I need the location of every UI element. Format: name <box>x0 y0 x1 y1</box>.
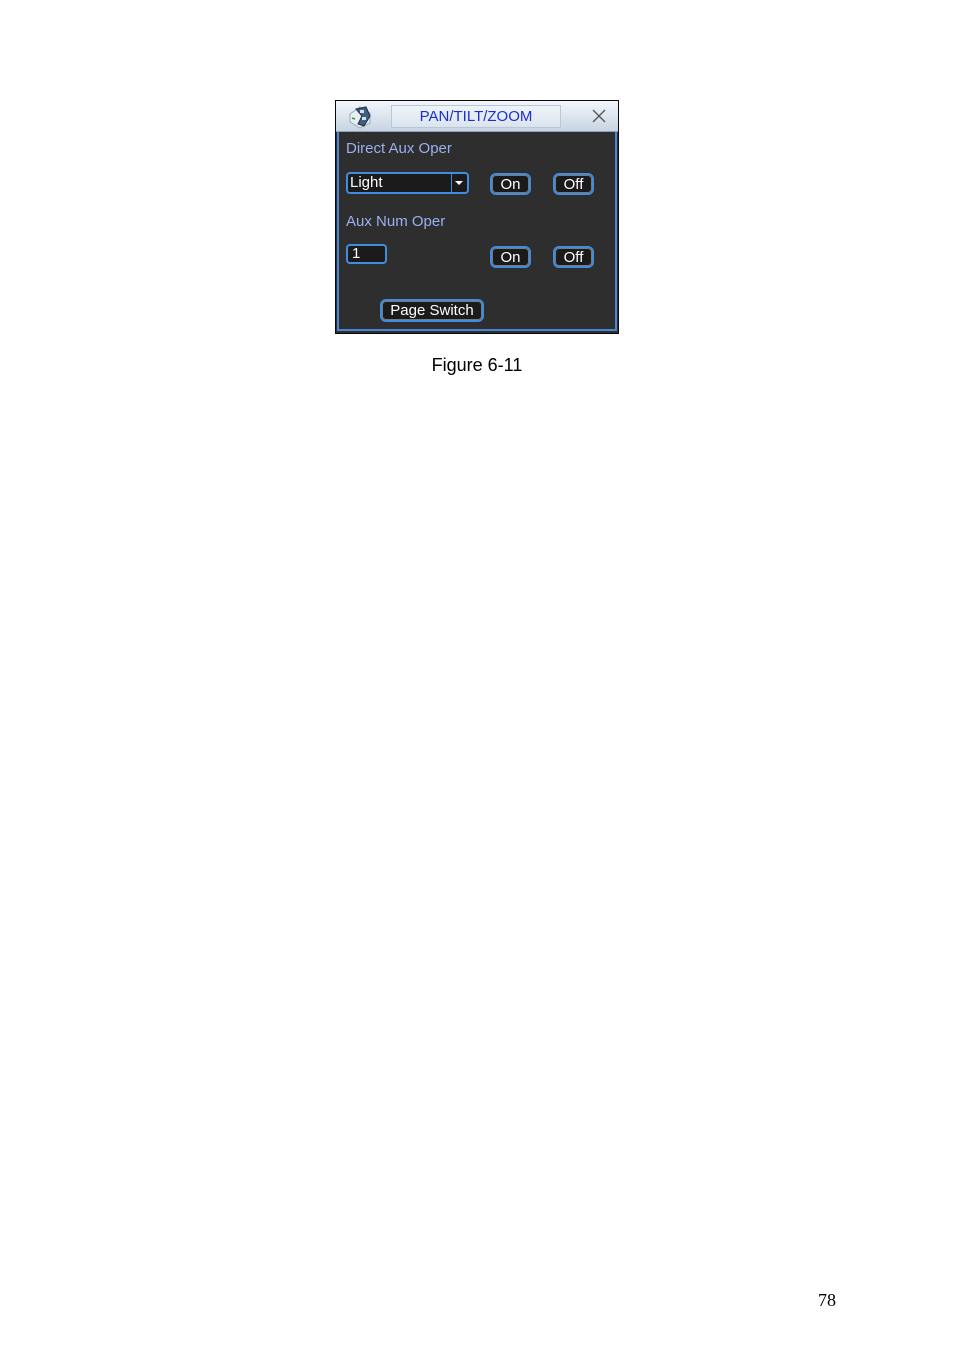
dialog-body: Direct Aux Oper Light On Off Aux Num Ope… <box>337 132 617 331</box>
direct-aux-on-button[interactable]: On <box>490 173 531 195</box>
aux-num-oper-label: Aux Num Oper <box>346 213 446 230</box>
page-switch-button[interactable]: Page Switch <box>380 299 484 322</box>
dialog-title: PAN/TILT/ZOOM <box>391 105 561 128</box>
aux-number-input[interactable]: 1 <box>346 244 387 264</box>
direct-aux-oper-label: Direct Aux Oper <box>346 140 452 157</box>
aux-num-on-button[interactable]: On <box>490 246 531 268</box>
dialog-titlebar[interactable]: PAN/TILT/ZOOM <box>336 101 618 132</box>
figure-caption: Figure 6-11 <box>431 355 523 375</box>
close-icon[interactable] <box>590 107 608 125</box>
page-number: 78 <box>818 1290 836 1310</box>
chevron-down-icon[interactable] <box>451 174 467 192</box>
ptz-dialog: PAN/TILT/ZOOM Direct Aux Oper Light On O… <box>335 100 619 334</box>
aux-num-off-button[interactable]: Off <box>553 246 594 268</box>
aux-function-select[interactable]: Light <box>346 172 469 194</box>
aux-function-value: Light <box>350 174 383 191</box>
camera-logo-icon <box>346 104 374 129</box>
direct-aux-off-button[interactable]: Off <box>553 173 594 195</box>
